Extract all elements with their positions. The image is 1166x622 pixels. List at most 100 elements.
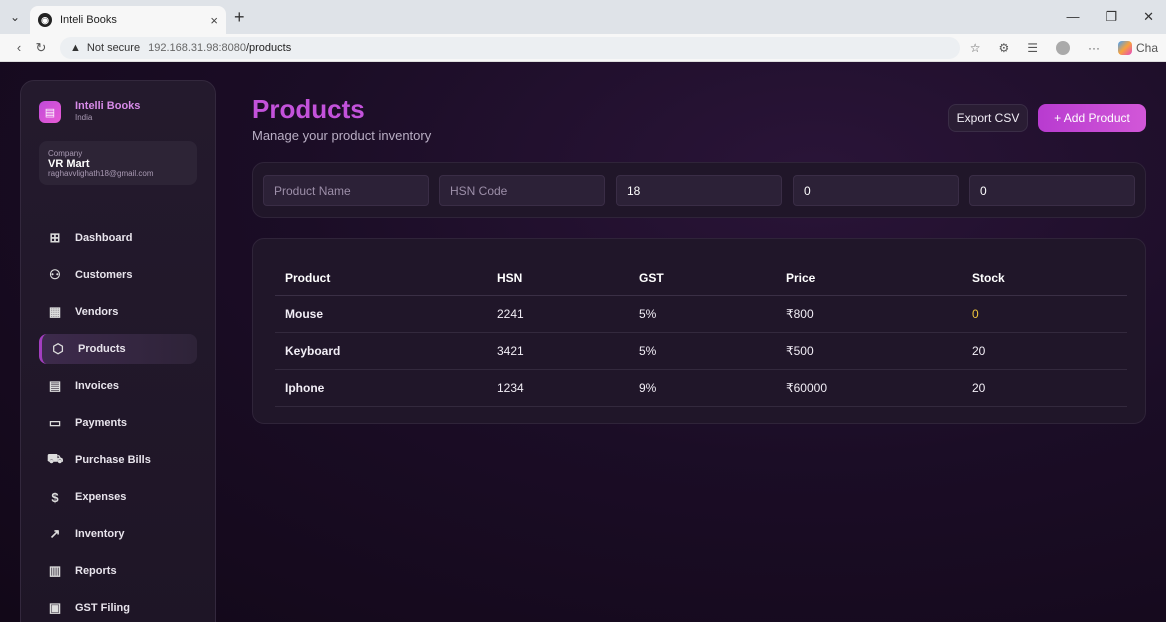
- box-icon: ⬡: [52, 341, 64, 356]
- browser-tab-bar: ⌄ ◉ Inteli Books × + — ❐ ✕: [0, 0, 1166, 34]
- company-name: VR Mart: [48, 158, 90, 170]
- cart-icon: ⛟: [47, 451, 64, 466]
- users-icon: ⚇: [49, 267, 61, 282]
- column-header-product: Product: [275, 261, 497, 296]
- cell-price: ₹500: [786, 332, 972, 370]
- sidebar-item-invoices[interactable]: ▤ Invoices: [39, 371, 197, 401]
- sidebar-item-label: Purchase Bills: [75, 454, 151, 466]
- building-icon: ▦: [48, 304, 62, 319]
- address-toolbar: ‹ ↻ ▲ Not secure 192.168.31.98:8080/prod…: [0, 34, 1166, 62]
- extensions-icon[interactable]: ⚙: [998, 41, 1009, 55]
- cell-product: Iphone: [275, 369, 497, 407]
- tab-list-chevron-icon[interactable]: ⌄: [0, 10, 30, 24]
- copilot-label: Cha: [1135, 40, 1158, 55]
- favorites-list-icon[interactable]: ☰: [1027, 41, 1038, 55]
- cell-product: Mouse: [275, 295, 497, 333]
- refresh-icon[interactable]: ↻: [30, 40, 52, 56]
- gst-rate-input[interactable]: [616, 175, 782, 206]
- brand-country: India: [75, 113, 93, 122]
- product-name-input[interactable]: [263, 175, 429, 206]
- table-row[interactable]: Keyboard 3421 5% ₹500 20: [275, 332, 1127, 370]
- sidebar-item-label: Payments: [75, 417, 127, 429]
- cell-price: ₹60000: [786, 369, 972, 407]
- copilot-icon: [1117, 40, 1132, 55]
- sidebar-item-vendors[interactable]: ▦ Vendors: [39, 297, 197, 327]
- sidebar-item-expenses[interactable]: $ Expenses: [39, 482, 197, 512]
- card-icon: ▭: [48, 415, 62, 430]
- table-row[interactable]: Iphone 1234 9% ₹60000 20: [275, 369, 1127, 407]
- price-input[interactable]: [793, 175, 959, 206]
- minimize-icon[interactable]: —: [1066, 9, 1079, 25]
- cell-gst: 5%: [639, 295, 786, 333]
- sidebar-item-label: Vendors: [75, 306, 119, 318]
- address-bar[interactable]: ▲ Not secure 192.168.31.98:8080/products: [60, 36, 960, 59]
- cell-stock: 20: [972, 369, 1127, 407]
- sidebar-item-label: Customers: [75, 269, 133, 281]
- sidebar-menu: ⊞ Dashboard ⚇ Customers ▦ Vendors ⬡ Products…: [21, 223, 215, 622]
- export-csv-button[interactable]: Export CSV: [948, 104, 1028, 132]
- site-favicon-icon: ◉: [38, 13, 52, 27]
- cell-gst: 5%: [639, 332, 786, 370]
- sidebar-item-payments[interactable]: ▭ Payments: [39, 408, 197, 438]
- hsn-code-input[interactable]: [439, 175, 605, 206]
- tab-title: Inteli Books: [60, 14, 117, 26]
- products-table: Product HSN GST Price Stock Mouse 2241 5…: [275, 261, 1127, 407]
- sidebar-item-inventory[interactable]: ↗ Inventory: [39, 519, 197, 549]
- cell-hsn: 3421: [497, 332, 639, 370]
- sidebar-item-customers[interactable]: ⚇ Customers: [39, 260, 197, 290]
- not-secure-label: Not secure: [86, 41, 141, 54]
- app-viewport: ▤ Intelli Books India Company VR Mart ra…: [0, 62, 1166, 622]
- sidebar-item-label: Invoices: [75, 380, 120, 392]
- sidebar-item-label: Expenses: [75, 491, 127, 503]
- window-controls: — ❐ ✕: [1066, 9, 1166, 25]
- browser-toolbar-icons: ☆ ⚙ ☰ ··· Cha: [970, 40, 1158, 55]
- product-form: [252, 162, 1146, 218]
- doc-icon: ▣: [48, 600, 62, 615]
- column-header-stock: Stock: [972, 261, 1127, 296]
- sidebar-item-label: Dashboard: [75, 232, 133, 244]
- profile-avatar[interactable]: [1055, 40, 1070, 55]
- sidebar-item-label: GST Filing: [75, 602, 130, 614]
- sidebar-item-purchase-bills[interactable]: ⛟ Purchase Bills: [39, 445, 197, 475]
- grid-icon: ⊞: [49, 230, 61, 245]
- browser-tab[interactable]: ◉ Inteli Books ×: [30, 6, 226, 34]
- books-logo-icon: ▤: [39, 101, 61, 123]
- file-icon: ▤: [48, 378, 62, 393]
- brand-name: Intelli Books: [75, 100, 141, 112]
- sidebar-item-products[interactable]: ⬡ Products: [39, 334, 197, 364]
- sidebar-item-label: Reports: [75, 565, 117, 577]
- products-table-card: Product HSN GST Price Stock Mouse 2241 5…: [252, 238, 1146, 424]
- copilot-button[interactable]: Cha: [1117, 40, 1158, 55]
- close-window-icon[interactable]: ✕: [1143, 9, 1154, 25]
- company-email: raghavvlighath18@gmail.com: [48, 169, 154, 178]
- add-product-button[interactable]: + Add Product: [1038, 104, 1146, 132]
- new-tab-button[interactable]: +: [234, 7, 245, 28]
- sidebar-item-dashboard[interactable]: ⊞ Dashboard: [39, 223, 197, 253]
- page-title: Products: [252, 94, 365, 124]
- favorite-star-icon[interactable]: ☆: [970, 41, 981, 55]
- warning-icon: ▲: [70, 41, 81, 54]
- sidebar-item-gst-filing[interactable]: ▣ GST Filing: [39, 593, 197, 622]
- sidebar: ▤ Intelli Books India Company VR Mart ra…: [20, 80, 216, 622]
- cell-stock: 20: [972, 332, 1127, 370]
- url-path: /products: [245, 41, 292, 54]
- back-icon[interactable]: ‹: [8, 40, 30, 55]
- more-menu-icon[interactable]: ···: [1088, 41, 1100, 55]
- main-content: Products Manage your product inventory E…: [252, 62, 1146, 622]
- table-header-row: Product HSN GST Price Stock: [275, 261, 1127, 296]
- stock-input[interactable]: [969, 175, 1135, 206]
- cell-hsn: 1234: [497, 369, 639, 407]
- company-card: Company VR Mart raghavvlighath18@gmail.c…: [39, 141, 197, 185]
- dollar-icon: $: [51, 489, 59, 505]
- table-row[interactable]: Mouse 2241 5% ₹800 0: [275, 295, 1127, 333]
- cell-hsn: 2241: [497, 295, 639, 333]
- tab-close-icon[interactable]: ×: [210, 13, 218, 28]
- page-subtitle: Manage your product inventory: [252, 128, 432, 143]
- column-header-gst: GST: [639, 261, 786, 296]
- chart-icon: ▥: [48, 563, 62, 578]
- brand: ▤ Intelli Books India: [21, 81, 215, 123]
- sidebar-item-reports[interactable]: ▥ Reports: [39, 556, 197, 586]
- cell-stock: 0: [972, 295, 1127, 333]
- restore-icon[interactable]: ❐: [1105, 9, 1117, 25]
- column-header-hsn: HSN: [497, 261, 639, 296]
